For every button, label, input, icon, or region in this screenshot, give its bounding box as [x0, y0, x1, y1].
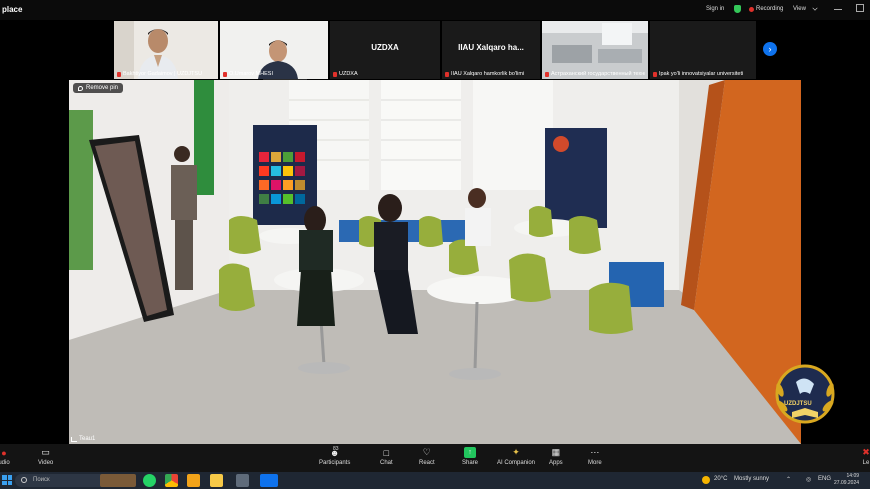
app-icon[interactable]	[187, 474, 200, 487]
participant-tile[interactable]: O.Umarov MHESI	[220, 21, 328, 79]
ai-companion-label: AI Companion	[497, 460, 536, 466]
recording-status[interactable]: Recording	[756, 6, 783, 12]
weather-desc[interactable]: Mostly sunny	[734, 476, 769, 482]
participant-name: Астраханский государственный технический…	[551, 71, 645, 77]
folder-icon[interactable]	[210, 474, 223, 487]
taskbar-widget-icon[interactable]	[100, 474, 136, 487]
university-logo: UZDJTSU	[770, 360, 840, 432]
search-icon	[21, 477, 27, 483]
participant-tile[interactable]: Bakhtiyor Gadaimov | UZDJTSU	[114, 21, 218, 79]
participant-name: Teau1	[79, 436, 96, 442]
participant-tile[interactable]: Ipak yo'li innovatsiyalar universiteti	[650, 21, 756, 79]
video-label: Video	[38, 460, 54, 466]
mic-muted-icon	[333, 71, 337, 77]
mic-muted-icon	[117, 71, 121, 77]
chevron-down-icon[interactable]	[812, 5, 818, 11]
wifi-icon[interactable]: ◎	[806, 476, 811, 483]
weather-temp[interactable]: 20°C	[714, 476, 727, 482]
participant-name: IIAU Xalqaro hamkorlik bo'limi	[451, 71, 525, 77]
sparkle-icon: ✦	[512, 447, 520, 457]
laurel-emblem	[775, 364, 835, 424]
leave-label: Le	[862, 460, 870, 466]
window-title-bar: place Sign in Recording View	[0, 0, 870, 20]
mic-icon: ●	[1, 447, 7, 458]
audio-button[interactable]: ● udio	[0, 447, 10, 467]
participant-tile[interactable]: Астраханский государственный технический…	[542, 21, 648, 79]
share-label: Share	[462, 460, 479, 466]
mic-muted-icon	[223, 71, 227, 77]
chat-button[interactable]: □ Chat	[380, 447, 393, 467]
participant-name: Ipak yo'li innovatsiyalar universiteti	[659, 71, 744, 77]
logo-text: UZDJTSU	[784, 401, 812, 407]
ai-companion-button[interactable]: ✦ AI Companion	[497, 447, 535, 466]
app-title: place	[2, 5, 23, 14]
chrome-icon[interactable]	[165, 474, 178, 487]
remove-pin-label: Remove pin	[86, 85, 119, 91]
remove-pin-button[interactable]: Remove pin	[73, 83, 124, 93]
language-indicator[interactable]: ENG	[818, 476, 831, 482]
meeting-toolbar: ● udio ▭ Video ☻ 83 Participants □ Chat …	[0, 444, 870, 472]
taskbar-clock[interactable]: 14:09 27.09.2024	[834, 473, 859, 487]
participant-name: O.Umarov MHESI	[229, 71, 274, 77]
taskbar-search[interactable]: Поиск	[15, 474, 110, 487]
participants-button[interactable]: ☻ 83 Participants	[319, 446, 351, 466]
settings-icon[interactable]	[236, 474, 249, 487]
chat-icon: □	[383, 447, 390, 458]
share-button[interactable]: ↑ Share	[462, 447, 478, 466]
react-button[interactable]: ♡ React	[419, 447, 435, 466]
room-scene	[69, 80, 801, 444]
maximize-icon[interactable]	[856, 4, 864, 12]
main-participant-name: Teau1	[71, 436, 95, 442]
whatsapp-icon[interactable]	[143, 474, 156, 487]
participants-count: 83	[333, 446, 339, 452]
participant-big-name: UZDXA	[371, 43, 399, 52]
audio-label: udio	[0, 460, 10, 466]
camera-icon: ▭	[41, 447, 50, 457]
tray-chevron-icon[interactable]: ⌃	[786, 476, 791, 483]
mic-muted-icon	[653, 71, 657, 77]
participants-label: Participants	[319, 460, 351, 466]
shield-icon[interactable]	[734, 5, 741, 13]
participant-name: UZDXA	[339, 71, 358, 77]
more-button[interactable]: ⋯ More	[588, 447, 602, 466]
windows-start-icon[interactable]	[2, 475, 12, 485]
participant-tile[interactable]: IIAU Xalqaro ha... IIAU Xalqaro hamkorli…	[442, 21, 540, 79]
next-page-icon[interactable]: ›	[763, 42, 777, 56]
participant-tile[interactable]: UZDXA UZDXA	[330, 21, 440, 79]
leave-icon: ✖	[862, 447, 870, 457]
minimize-icon[interactable]	[834, 4, 842, 10]
signal-icon	[71, 436, 77, 442]
apps-label: Apps	[549, 460, 563, 466]
main-video: Remove pin Teau1	[69, 80, 801, 444]
participants-strip: Bakhtiyor Gadaimov | UZDJTSU O.Umarov MH…	[114, 21, 756, 79]
video-button[interactable]: ▭ Video	[38, 447, 53, 466]
sign-in-link[interactable]: Sign in	[706, 6, 724, 12]
chat-label: Chat	[380, 460, 393, 466]
more-label: More	[588, 460, 602, 466]
weather-icon[interactable]	[702, 476, 710, 484]
apps-button[interactable]: ▦ Apps	[549, 447, 563, 466]
react-label: React	[419, 460, 435, 466]
participant-name: Bakhtiyor Gadaimov | UZDJTSU	[123, 71, 203, 77]
leave-button[interactable]: ✖ Le	[860, 447, 870, 466]
windows-taskbar: Поиск 20°C Mostly sunny ⌃ ◎ ENG 14:09 27…	[0, 472, 870, 489]
clock-date: 27.09.2024	[834, 480, 860, 486]
more-icon: ⋯	[590, 447, 600, 457]
mic-muted-icon	[445, 71, 449, 77]
share-icon: ↑	[464, 447, 476, 458]
recording-icon	[749, 7, 754, 12]
search-placeholder: Поиск	[33, 477, 50, 483]
clock-time: 14:09	[846, 473, 860, 479]
zoom-icon[interactable]	[260, 474, 278, 487]
view-button[interactable]: View	[793, 6, 806, 12]
pin-icon	[78, 85, 83, 91]
apps-icon: ▦	[551, 447, 561, 457]
participant-big-name: IIAU Xalqaro ha...	[458, 43, 524, 52]
heart-icon: ♡	[422, 447, 431, 457]
mic-muted-icon	[545, 71, 549, 77]
